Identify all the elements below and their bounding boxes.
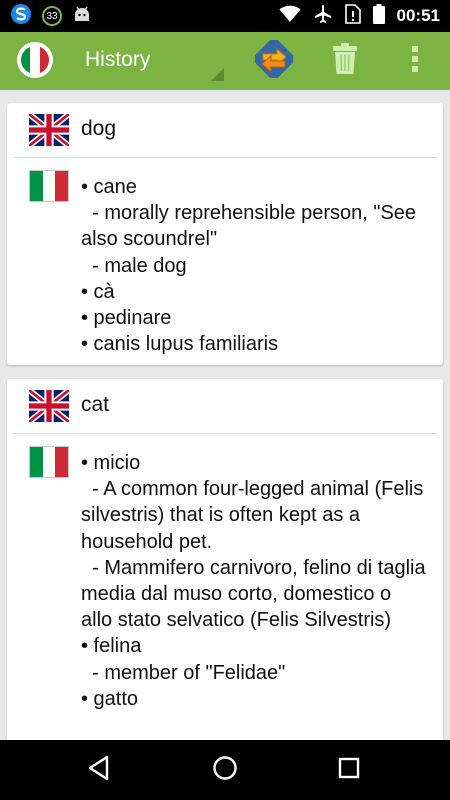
divider: [13, 157, 437, 158]
recent-apps-button[interactable]: [329, 750, 369, 790]
swap-languages-button[interactable]: [252, 37, 296, 83]
home-icon: [212, 755, 238, 786]
navigation-bar: [0, 740, 450, 800]
status-right-icons: 00:51: [279, 3, 440, 29]
uk-flag-icon: [27, 387, 71, 425]
translation-line: - A common four-legged animal (Felis sil…: [81, 478, 429, 553]
swap-languages-icon: [252, 37, 296, 83]
translation-line: - Mammifero carnivoro, felino di taglia …: [81, 556, 432, 632]
overflow-menu-button[interactable]: [394, 40, 436, 82]
no-sim-icon: [344, 3, 361, 29]
page-title[interactable]: History: [85, 48, 150, 72]
app-s-icon: [10, 3, 32, 30]
back-button[interactable]: [79, 750, 119, 790]
dropdown-arrow-icon[interactable]: [211, 68, 224, 81]
uk-flag-icon: [27, 111, 71, 149]
airplane-mode-icon: [313, 4, 333, 29]
translation-list: • micio - A common four-legged animal (F…: [81, 450, 427, 712]
history-card[interactable]: dog • cane - morally reprehensible perso…: [7, 103, 443, 365]
card-header: cat: [7, 379, 443, 433]
app-bar: History: [0, 32, 450, 90]
trash-icon: [332, 42, 358, 80]
divider: [13, 433, 437, 434]
translation-line: - morally reprehensible person, "See als…: [81, 202, 422, 251]
translation-line: • cà: [81, 280, 115, 303]
card-header: dog: [7, 103, 443, 157]
back-icon: [87, 755, 111, 786]
status-time: 00:51: [396, 6, 440, 25]
italy-flag-icon: [29, 446, 69, 478]
translation-line: • gatto: [81, 687, 139, 710]
translation-line: • canis lupus familiaris: [81, 333, 279, 356]
overflow-menu-icon: [411, 45, 419, 78]
source-word: dog: [81, 117, 117, 140]
recent-apps-icon: [338, 757, 360, 784]
status-left-icons: 33: [10, 3, 92, 30]
translation-line: • cane: [81, 176, 137, 198]
italy-flag-icon: [29, 170, 69, 202]
status-bar: 33 00:51: [0, 0, 450, 32]
translation-line: - member of "Felidae": [81, 661, 286, 684]
android-icon: [72, 4, 92, 29]
translation-line: • felina: [81, 635, 142, 658]
battery-icon: [372, 3, 385, 29]
translation-list: • cane - morally reprehensible person, "…: [81, 174, 427, 357]
italy-flag-icon[interactable]: [17, 42, 53, 78]
translation-line: • pedinare: [81, 307, 172, 330]
clear-history-button[interactable]: [324, 40, 366, 82]
notification-count-badge: 33: [42, 6, 62, 26]
history-card[interactable]: cat • micio - A common four-legged anima…: [7, 379, 443, 740]
home-button[interactable]: [205, 750, 245, 790]
translation-line: • micio: [81, 452, 141, 474]
history-list[interactable]: dog • cane - morally reprehensible perso…: [0, 90, 450, 740]
translation-line: - male dog: [81, 254, 187, 277]
wifi-icon: [279, 5, 301, 28]
source-word: cat: [81, 393, 110, 416]
